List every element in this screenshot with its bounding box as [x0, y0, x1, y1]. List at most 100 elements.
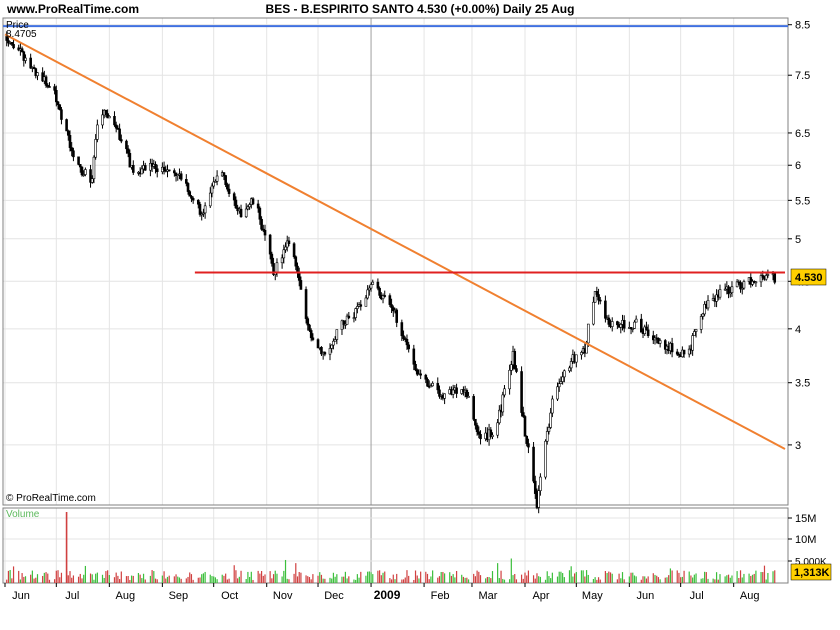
candle-body — [29, 57, 32, 69]
volume-bar — [413, 579, 415, 583]
volume-bar — [115, 572, 117, 583]
volume-bar — [750, 575, 752, 583]
volume-bar — [426, 573, 429, 583]
candle-body — [467, 396, 470, 398]
candle-body — [215, 175, 219, 182]
candle-body — [294, 256, 298, 267]
volume-bar — [108, 575, 110, 583]
candle-body — [455, 387, 458, 394]
candle-body — [592, 301, 595, 325]
last-volume-value: 1,313K — [794, 567, 830, 579]
candle-body — [465, 389, 469, 398]
candle-body — [718, 289, 722, 298]
volume-bar — [585, 570, 588, 583]
candle-body — [299, 280, 303, 290]
volume-bar — [93, 579, 95, 583]
candle-body — [532, 446, 535, 482]
candle-body — [472, 396, 475, 420]
candle-body — [162, 166, 166, 171]
last-volume-badge: 1,313K — [790, 563, 832, 581]
price-grid — [3, 18, 788, 505]
volume-bar — [575, 572, 577, 583]
candle-body — [586, 323, 590, 344]
candle-body — [260, 218, 263, 230]
price-tick-label: 4 — [795, 324, 801, 336]
volume-bar — [751, 574, 754, 583]
candle-body — [521, 412, 525, 417]
candle-body — [248, 204, 251, 208]
candle-body — [675, 351, 679, 355]
volume-bar — [550, 578, 552, 583]
volume-bar — [476, 570, 478, 583]
candle-body — [491, 434, 494, 437]
candle-body — [569, 361, 573, 369]
candle-body — [356, 306, 359, 309]
volume-bar — [384, 571, 386, 583]
volume-bar — [260, 571, 263, 583]
volume-bar — [11, 578, 13, 583]
volume-bar — [401, 579, 403, 583]
volume-bar — [95, 573, 97, 583]
candle-body — [239, 208, 243, 218]
volume-bar — [681, 576, 683, 583]
candle-body — [210, 185, 214, 194]
candle-body — [366, 289, 369, 299]
volume-bar — [715, 572, 718, 583]
candle-body — [296, 265, 299, 273]
volume-bar — [331, 578, 333, 583]
candle-body — [186, 183, 190, 192]
candle-body — [604, 300, 607, 319]
volume-bar — [437, 577, 439, 583]
candle-body — [701, 313, 705, 317]
time-tick-label: Sep — [169, 590, 189, 602]
candle-body — [55, 90, 58, 103]
volume-bar — [464, 577, 466, 583]
candle-body — [92, 156, 96, 180]
candle-body — [501, 394, 505, 413]
volume-bar — [526, 575, 528, 583]
candle-body — [431, 383, 434, 387]
candle-body — [547, 427, 551, 432]
volume-bar — [30, 574, 32, 583]
candle-body — [634, 318, 638, 323]
volume-bar — [67, 575, 69, 583]
candle-body — [140, 168, 144, 175]
volume-bar — [36, 574, 39, 583]
volume-bar — [440, 571, 442, 583]
volume-bar — [149, 575, 151, 583]
candle-body — [198, 203, 202, 215]
volume-bar — [197, 577, 199, 583]
time-tick-label: Mar — [478, 590, 497, 602]
volume-bar — [727, 574, 730, 583]
volume-bar — [296, 576, 299, 583]
volume-bar — [621, 572, 624, 583]
volume-bar — [129, 579, 131, 583]
volume-bar — [498, 578, 500, 583]
volume-bar — [500, 570, 502, 583]
candle-body — [330, 344, 334, 349]
volume-bar — [738, 578, 740, 583]
candle-body — [443, 393, 446, 399]
volume-bar — [688, 571, 690, 583]
volume-bar — [96, 572, 98, 583]
volume-bar — [269, 571, 271, 583]
time-tick-label: Nov — [273, 590, 293, 602]
volume-bar — [693, 574, 695, 583]
volume-bar — [408, 575, 410, 583]
volume-bar — [606, 573, 608, 583]
volume-bar — [6, 579, 8, 583]
volume-bar — [628, 576, 630, 583]
candle-body — [537, 490, 540, 508]
candle-body — [65, 119, 68, 132]
candle-body — [754, 281, 758, 284]
volume-bar — [680, 577, 682, 583]
candle-body — [108, 116, 111, 119]
volume-bar — [562, 573, 564, 583]
volume-bar — [31, 570, 33, 583]
volume-bar — [416, 575, 418, 583]
volume-bar — [295, 563, 297, 583]
time-tick-label: 2009 — [374, 588, 401, 602]
volume-bar — [341, 576, 343, 583]
chart-canvas[interactable]: 33.544.555.566.57.58.5 15M10M5.000K JunJ… — [0, 0, 840, 630]
price-axis: 33.544.555.566.57.58.5 — [788, 20, 810, 452]
